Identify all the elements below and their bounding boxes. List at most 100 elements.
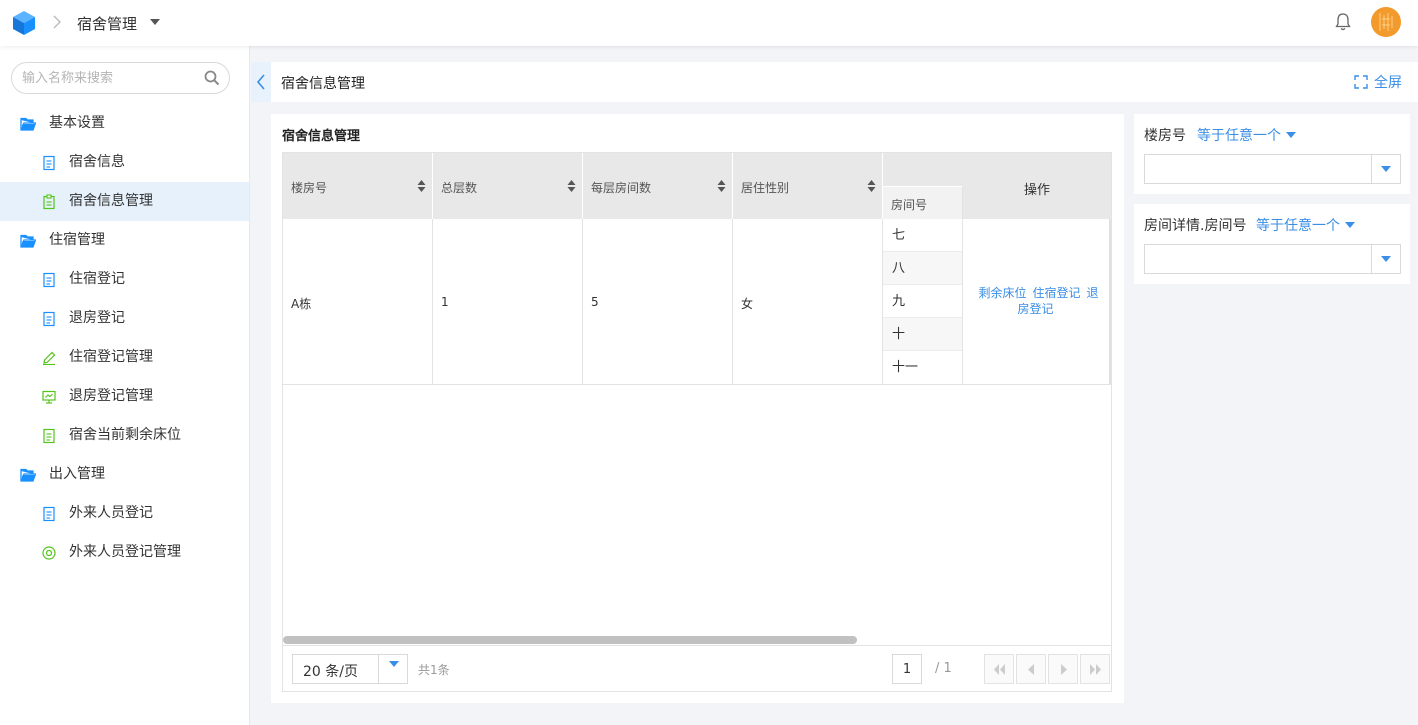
sidebar-group-3[interactable]: 住宿管理 <box>0 221 249 260</box>
sidebar-item-5[interactable]: 退房登记 <box>0 299 249 338</box>
page-size-value: 20 条/页 <box>303 664 358 680</box>
folder-open-icon <box>20 234 36 248</box>
document-icon <box>43 155 55 171</box>
next-page-button[interactable] <box>1048 654 1078 684</box>
avatar[interactable] <box>1371 7 1401 37</box>
cell-building: A栋 <box>283 219 433 384</box>
sidebar-group-0[interactable]: 基本设置 <box>0 104 249 143</box>
sidebar-item-label: 退房登记管理 <box>69 388 153 404</box>
page-title: 宿舍信息管理 <box>281 76 365 92</box>
page-titlebar: 宿舍信息管理 全屏 <box>271 62 1418 102</box>
cell-rooms-per-floor: 5 <box>583 219 733 384</box>
horizontal-scrollbar[interactable] <box>283 636 857 644</box>
sort-icon[interactable] <box>867 179 876 193</box>
filter-dropdown-button[interactable] <box>1371 245 1400 273</box>
filter-label: 房间详情.房间号 <box>1144 218 1247 234</box>
filter-building: 楼房号 等于任意一个 <box>1134 114 1410 194</box>
column-header-rooms-per-floor[interactable]: 每层房间数 <box>583 153 733 219</box>
table-row: A栋 1 5 女 七 八 九 十 十一 剩余床位 住宿登记 退房登记 <box>283 219 1111 385</box>
bell-icon[interactable] <box>1334 12 1352 32</box>
filter-value-select[interactable] <box>1144 244 1401 274</box>
sidebar-item-label: 退房登记 <box>69 310 125 326</box>
document-icon <box>43 428 55 444</box>
folder-open-icon <box>20 468 36 482</box>
cell-floors: 1 <box>433 219 583 384</box>
sidebar-item-label: 宿舍当前剩余床位 <box>69 427 181 443</box>
sidebar-item-1[interactable]: 宿舍信息 <box>0 143 249 182</box>
avatar-pattern-icon <box>1379 13 1393 31</box>
room-number-item: 八 <box>883 252 962 285</box>
sidebar: 基本设置宿舍信息宿舍信息管理住宿管理住宿登记退房登记住宿登记管理退房登记管理宿舍… <box>0 46 250 725</box>
filter-operator-dropdown[interactable]: 等于任意一个 <box>1197 125 1281 145</box>
sidebar-item-label: 出入管理 <box>49 466 105 482</box>
fullscreen-label: 全屏 <box>1374 75 1402 91</box>
column-header-room-number[interactable]: 房间号 <box>883 186 963 219</box>
column-header-label: 操作 <box>1023 183 1050 198</box>
folder-open-icon <box>20 117 36 131</box>
room-number-list: 七 八 九 十 十一 <box>883 219 963 384</box>
caret-down-icon <box>389 661 399 667</box>
remaining-beds-link[interactable]: 剩余床位 <box>978 286 1026 300</box>
total-pages: / 1 <box>935 661 952 676</box>
sidebar-search-input[interactable] <box>22 63 202 93</box>
app-dropdown-caret-icon[interactable] <box>150 19 160 25</box>
sidebar-item-label: 住宿登记管理 <box>69 349 153 365</box>
column-header-label: 房间号 <box>891 198 928 212</box>
column-header-building[interactable]: 楼房号 <box>283 153 433 219</box>
filter-value-select[interactable] <box>1144 154 1401 184</box>
sidebar-item-label: 宿舍信息管理 <box>69 193 153 209</box>
fullscreen-icon <box>1354 75 1368 89</box>
column-header-label: 居住性别 <box>741 181 790 195</box>
sidebar-item-6[interactable]: 住宿登记管理 <box>0 338 249 377</box>
last-page-icon <box>1090 664 1101 675</box>
target-icon <box>42 546 56 560</box>
first-page-button[interactable] <box>984 654 1014 684</box>
filter-label: 楼房号 <box>1144 128 1186 144</box>
caret-down-icon[interactable] <box>1345 222 1355 228</box>
sidebar-item-8[interactable]: 宿舍当前剩余床位 <box>0 416 249 455</box>
top-header: 宿舍管理 <box>0 0 1418 46</box>
document-icon <box>43 272 55 288</box>
sort-icon[interactable] <box>717 179 726 193</box>
checkin-register-link[interactable]: 住宿登记 <box>1032 286 1080 300</box>
search-icon[interactable] <box>204 70 220 86</box>
sort-icon[interactable] <box>567 179 576 193</box>
prev-page-icon <box>1028 664 1034 675</box>
monitor-icon <box>42 390 56 404</box>
filter-operator-dropdown[interactable]: 等于任意一个 <box>1256 215 1340 235</box>
grid-header: 楼房号 总层数 每层房间数 居住性别 房间号 操作 <box>283 153 1111 219</box>
current-page-input[interactable] <box>892 654 922 684</box>
column-header-floors[interactable]: 总层数 <box>433 153 583 219</box>
cell-gender: 女 <box>733 219 883 384</box>
last-page-button[interactable] <box>1080 654 1110 684</box>
room-number-item: 十一 <box>892 360 919 375</box>
sidebar-item-2[interactable]: 宿舍信息管理 <box>0 182 249 221</box>
filter-dropdown-button[interactable] <box>1371 155 1400 183</box>
sidebar-item-label: 外来人员登记管理 <box>69 544 181 560</box>
column-header-gender[interactable]: 居住性别 <box>733 153 883 219</box>
cube-logo-icon[interactable] <box>11 10 37 36</box>
prev-page-button[interactable] <box>1016 654 1046 684</box>
sidebar-item-label: 宿舍信息 <box>69 154 125 170</box>
document-icon <box>43 311 55 327</box>
column-header-label: 楼房号 <box>291 181 328 195</box>
sidebar-item-11[interactable]: 外来人员登记管理 <box>0 533 249 572</box>
sidebar-item-7[interactable]: 退房登记管理 <box>0 377 249 416</box>
column-group-room-details: 房间号 <box>883 153 963 219</box>
caret-down-icon[interactable] <box>1286 132 1296 138</box>
sidebar-item-4[interactable]: 住宿登记 <box>0 260 249 299</box>
column-header-label: 每层房间数 <box>591 181 652 195</box>
page-size-dropdown-button[interactable] <box>378 655 407 683</box>
next-page-icon <box>1061 664 1067 675</box>
sidebar-item-10[interactable]: 外来人员登记 <box>0 494 249 533</box>
page-size-select[interactable]: 20 条/页 <box>292 654 408 684</box>
app-title[interactable]: 宿舍管理 <box>77 13 137 34</box>
sidebar-item-label: 住宿管理 <box>49 232 105 248</box>
sidebar-group-9[interactable]: 出入管理 <box>0 455 249 494</box>
table-card: 宿舍信息管理 楼房号 总层数 每层房间数 居住性别 房间号 操作 A栋 1 5 … <box>271 114 1124 703</box>
fullscreen-button[interactable]: 全屏 <box>1354 72 1402 92</box>
collapse-sidebar-button[interactable] <box>251 62 271 102</box>
room-number-item: 九 <box>883 285 962 318</box>
caret-down-icon <box>1381 166 1391 172</box>
sort-icon[interactable] <box>417 179 426 193</box>
